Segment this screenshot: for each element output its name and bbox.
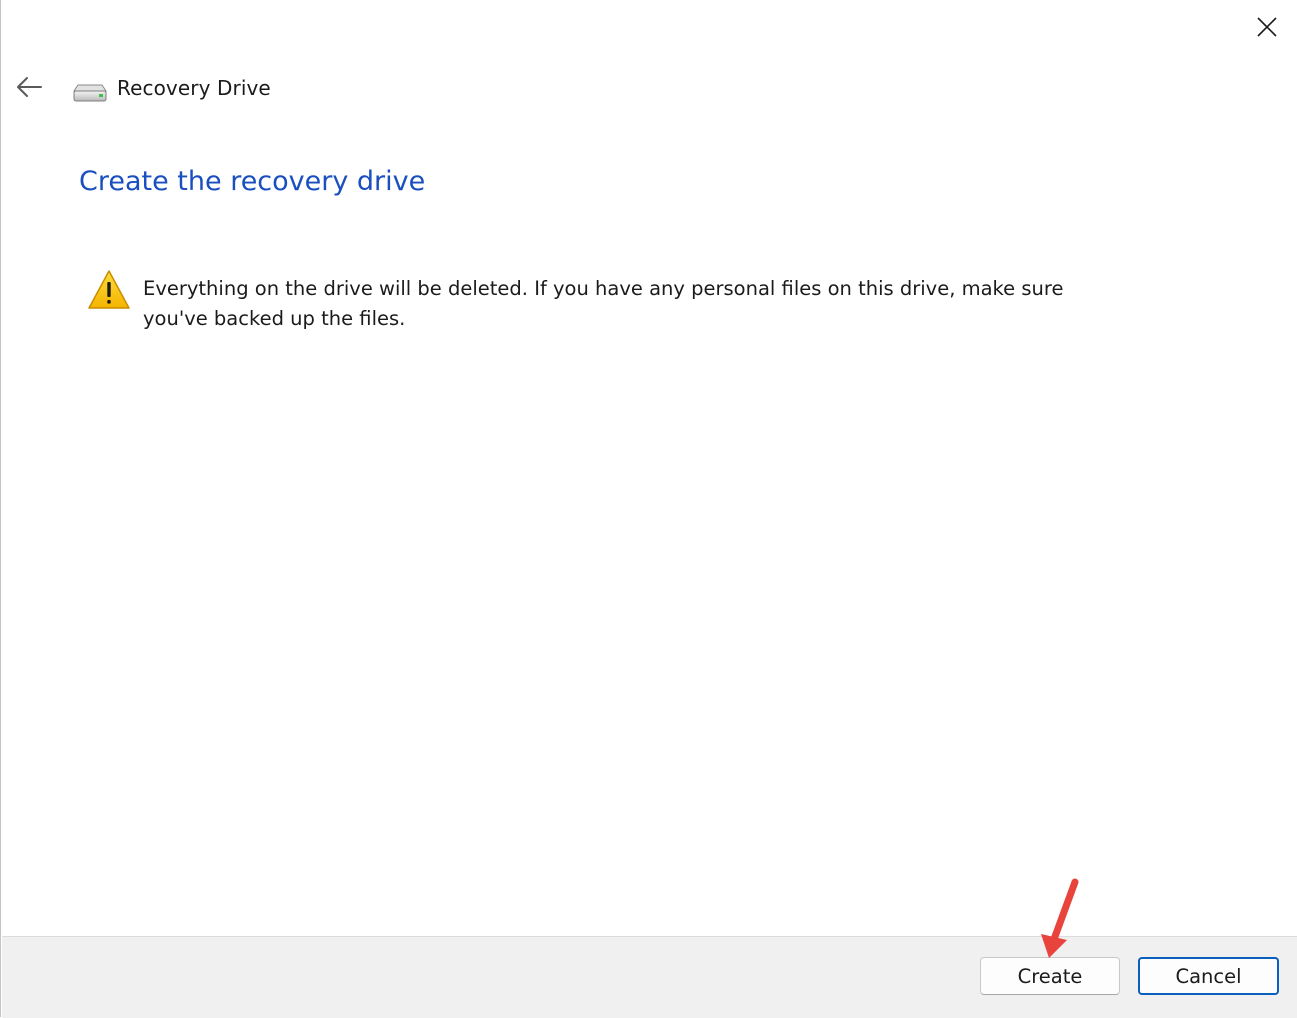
drive-icon xyxy=(73,84,107,102)
page-heading: Create the recovery drive xyxy=(79,166,426,197)
warning-message: Everything on the drive will be deleted.… xyxy=(87,268,1103,334)
warning-text: Everything on the drive will be deleted.… xyxy=(143,277,1064,330)
cancel-button[interactable]: Cancel xyxy=(1138,957,1279,995)
warning-icon xyxy=(88,270,130,309)
back-arrow-icon xyxy=(17,77,42,97)
title-bar: Recovery Drive xyxy=(73,72,271,104)
back-button[interactable] xyxy=(9,66,49,108)
footer-bar: Create Cancel xyxy=(2,936,1297,1018)
close-button[interactable] xyxy=(1241,6,1293,48)
window-title: Recovery Drive xyxy=(117,76,271,100)
create-button[interactable]: Create xyxy=(980,957,1120,995)
close-icon xyxy=(1257,17,1277,37)
recovery-drive-window: Recovery Drive Create the recovery drive… xyxy=(0,0,1297,1018)
